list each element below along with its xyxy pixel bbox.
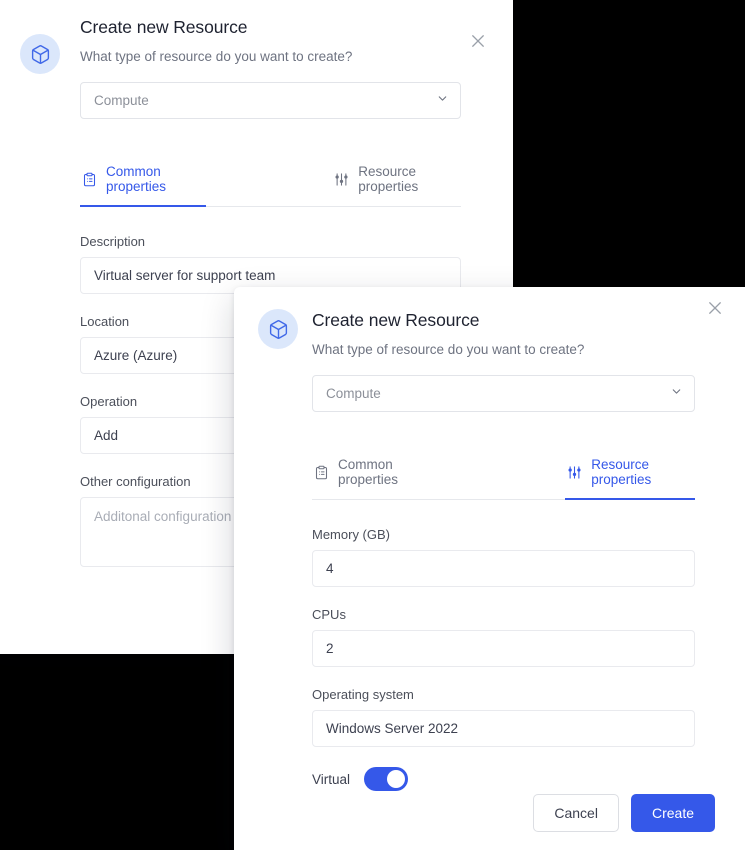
dialog-subtitle: What type of resource do you want to cre… (312, 342, 585, 357)
clipboard-list-icon (314, 465, 329, 480)
tab-label: Common properties (338, 457, 399, 487)
dialog-tabs: Common properties Resource properties (80, 157, 461, 207)
close-button[interactable] (465, 28, 491, 54)
tab-resource-properties[interactable]: Resource properties (565, 450, 695, 500)
avatar (258, 309, 298, 349)
cancel-button[interactable]: Cancel (533, 794, 619, 832)
create-button[interactable]: Create (630, 794, 715, 832)
dialog-footer: Cancel Create (533, 794, 715, 832)
operating-system-input[interactable] (312, 710, 695, 747)
cpus-input[interactable] (312, 630, 695, 667)
field-label: CPUs (312, 607, 346, 622)
field-label: Description (80, 234, 146, 249)
virtual-toggle-label: Virtual (312, 771, 351, 787)
tab-label: Resource properties (358, 164, 419, 194)
sliders-icon (567, 465, 582, 480)
dialog-title: Create new Resource (312, 310, 480, 330)
field-memory: Memory (GB) (312, 526, 695, 587)
dialog-header: Create new Resource What type of resourc… (234, 287, 745, 359)
field-virtual: Virtual (312, 767, 695, 791)
tab-common-properties[interactable]: Common properties (80, 157, 207, 207)
cube-icon (268, 319, 289, 340)
field-description: Description (80, 233, 461, 294)
tab-common-properties[interactable]: Common properties (312, 450, 439, 500)
page-backdrop-bottom (0, 654, 234, 850)
create-resource-dialog-foreground: Create new Resource What type of resourc… (234, 287, 745, 850)
tab-label: Resource properties (591, 457, 652, 487)
virtual-toggle[interactable] (364, 767, 409, 791)
resource-type-select[interactable]: Compute (312, 375, 695, 412)
page-backdrop-right (513, 0, 745, 287)
dialog-subtitle: What type of resource do you want to cre… (80, 49, 353, 64)
resource-type-select-value[interactable]: Compute (312, 375, 695, 412)
field-operating-system: Operating system (312, 686, 695, 747)
virtual-toggle-knob (387, 770, 406, 788)
dialog-tabs: Common properties Resource properties (312, 450, 695, 500)
sliders-icon (334, 172, 349, 187)
dialog-header: Create new Resource What type of resourc… (0, 16, 513, 74)
resource-type-select-value[interactable]: Compute (80, 82, 461, 119)
clipboard-list-icon (82, 172, 97, 187)
resource-type-select[interactable]: Compute (80, 82, 461, 119)
tab-resource-properties[interactable]: Resource properties (332, 157, 461, 207)
close-button[interactable] (702, 295, 728, 321)
memory-input[interactable] (312, 550, 695, 587)
close-icon (706, 299, 724, 317)
avatar (20, 34, 60, 74)
tab-label: Common properties (106, 164, 167, 194)
cube-icon (30, 44, 51, 65)
field-label: Operating system (312, 687, 414, 702)
dialog-title: Create new Resource (80, 17, 248, 37)
field-label: Memory (GB) (312, 527, 390, 542)
close-icon (469, 32, 487, 50)
field-cpus: CPUs (312, 606, 695, 667)
